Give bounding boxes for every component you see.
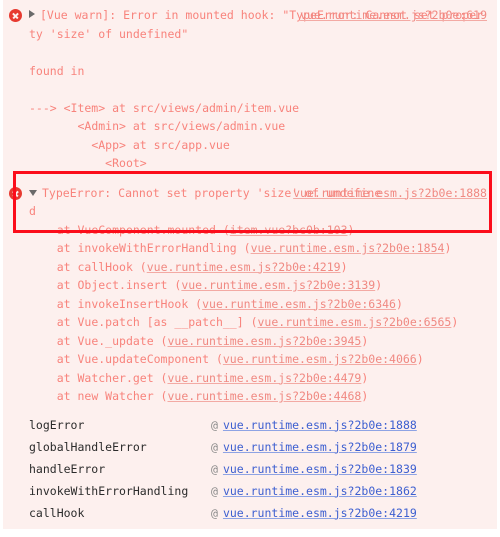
stack-frame-link[interactable]: vue.runtime.esm.js?2b0e:4066 [223,352,417,366]
stack-frame-link[interactable]: vue.runtime.esm.js?2b0e:4479 [167,371,361,385]
stack-function-name: handleError [29,461,106,476]
at-symbol: @ [211,461,218,476]
stack-source-link[interactable]: vue.runtime.esm.js?2b0e:1879 [223,436,417,458]
console-entry-body-2: vue.runtime.esm.js?2b0e:1888 TypeError: … [3,184,493,406]
stack-row[interactable]: globalHandleError @ vue.runtime.esm.js?2… [3,436,497,458]
console-entry-body: vue.runtime.esm.js?2b0e:619 [Vue warn]: … [3,6,493,173]
stack-function-name: callHook [29,505,85,520]
stack-frame-link[interactable]: vue.runtime.esm.js?2b0e:3139 [181,278,375,292]
source-link-typeerror[interactable]: vue.runtime.esm.js?2b0e:1888 [293,184,487,203]
console-entry-typeerror[interactable]: vue.runtime.esm.js?2b0e:1888 TypeError: … [3,178,497,412]
vue-warn-text: [Vue warn]: Error in mounted hook: "Type… [29,8,484,170]
stack-row[interactable]: callHook @ vue.runtime.esm.js?2b0e:4219 [3,502,497,524]
typeerror-stack: at VueComponent.mounted (item.vue?bc0b:1… [56,222,459,404]
stack-function-name: logError [29,417,85,432]
stack-function-name: globalHandleError [29,439,147,454]
stack-frame-link[interactable]: vue.runtime.esm.js?2b0e:6346 [202,297,396,311]
stack-row[interactable]: handleError @ vue.runtime.esm.js?2b0e:18… [3,458,497,480]
stack-frame-link[interactable]: vue.runtime.esm.js?2b0e:1854 [251,241,445,255]
stack-source-link[interactable]: vue.runtime.esm.js?2b0e:1839 [223,458,417,480]
error-icon [9,9,22,22]
stack-function-name: invokeWithErrorHandling [29,483,189,498]
panel-bottom-strip [0,529,500,537]
stack-source-link[interactable]: vue.runtime.esm.js?2b0e:1862 [223,480,417,502]
console-entry-vue-warn[interactable]: vue.runtime.esm.js?2b0e:619 [Vue warn]: … [3,0,497,179]
stack-frame-link[interactable]: item.vue?bc0b:103 [230,223,348,237]
stack-source-link[interactable]: vue.runtime.esm.js?2b0e:4219 [223,502,417,524]
at-symbol: @ [211,439,218,454]
chevron-right-icon[interactable] [29,10,35,18]
vue-warn-message: [Vue warn]: Error in mounted hook: "Type… [29,6,487,173]
at-symbol: @ [211,505,218,520]
source-link-vue-warn[interactable]: vue.runtime.esm.js?2b0e:619 [300,6,487,25]
stack-frame-link[interactable]: vue.runtime.esm.js?2b0e:6565 [258,315,452,329]
console-panel: vue.runtime.esm.js?2b0e:619 [Vue warn]: … [0,0,500,537]
stack-frame-link[interactable]: vue.runtime.esm.js?2b0e:4219 [147,260,341,274]
stack-frame-link[interactable]: vue.runtime.esm.js?2b0e:3945 [167,334,361,348]
stack-row[interactable]: invokeWithErrorHandling @ vue.runtime.es… [3,480,497,502]
error-icon [9,186,22,200]
call-stack-list: logError @ vue.runtime.esm.js?2b0e:1888 … [3,411,497,531]
typeerror-message: TypeError: Cannot set property 'size' of… [29,184,487,406]
stack-frame-link[interactable]: vue.runtime.esm.js?2b0e:4468 [167,389,361,403]
chevron-down-icon[interactable] [29,189,37,196]
stack-row[interactable]: logError @ vue.runtime.esm.js?2b0e:1888 [3,414,497,436]
stack-source-link[interactable]: vue.runtime.esm.js?2b0e:1888 [223,414,417,436]
at-symbol: @ [211,483,218,498]
at-symbol: @ [211,417,218,432]
